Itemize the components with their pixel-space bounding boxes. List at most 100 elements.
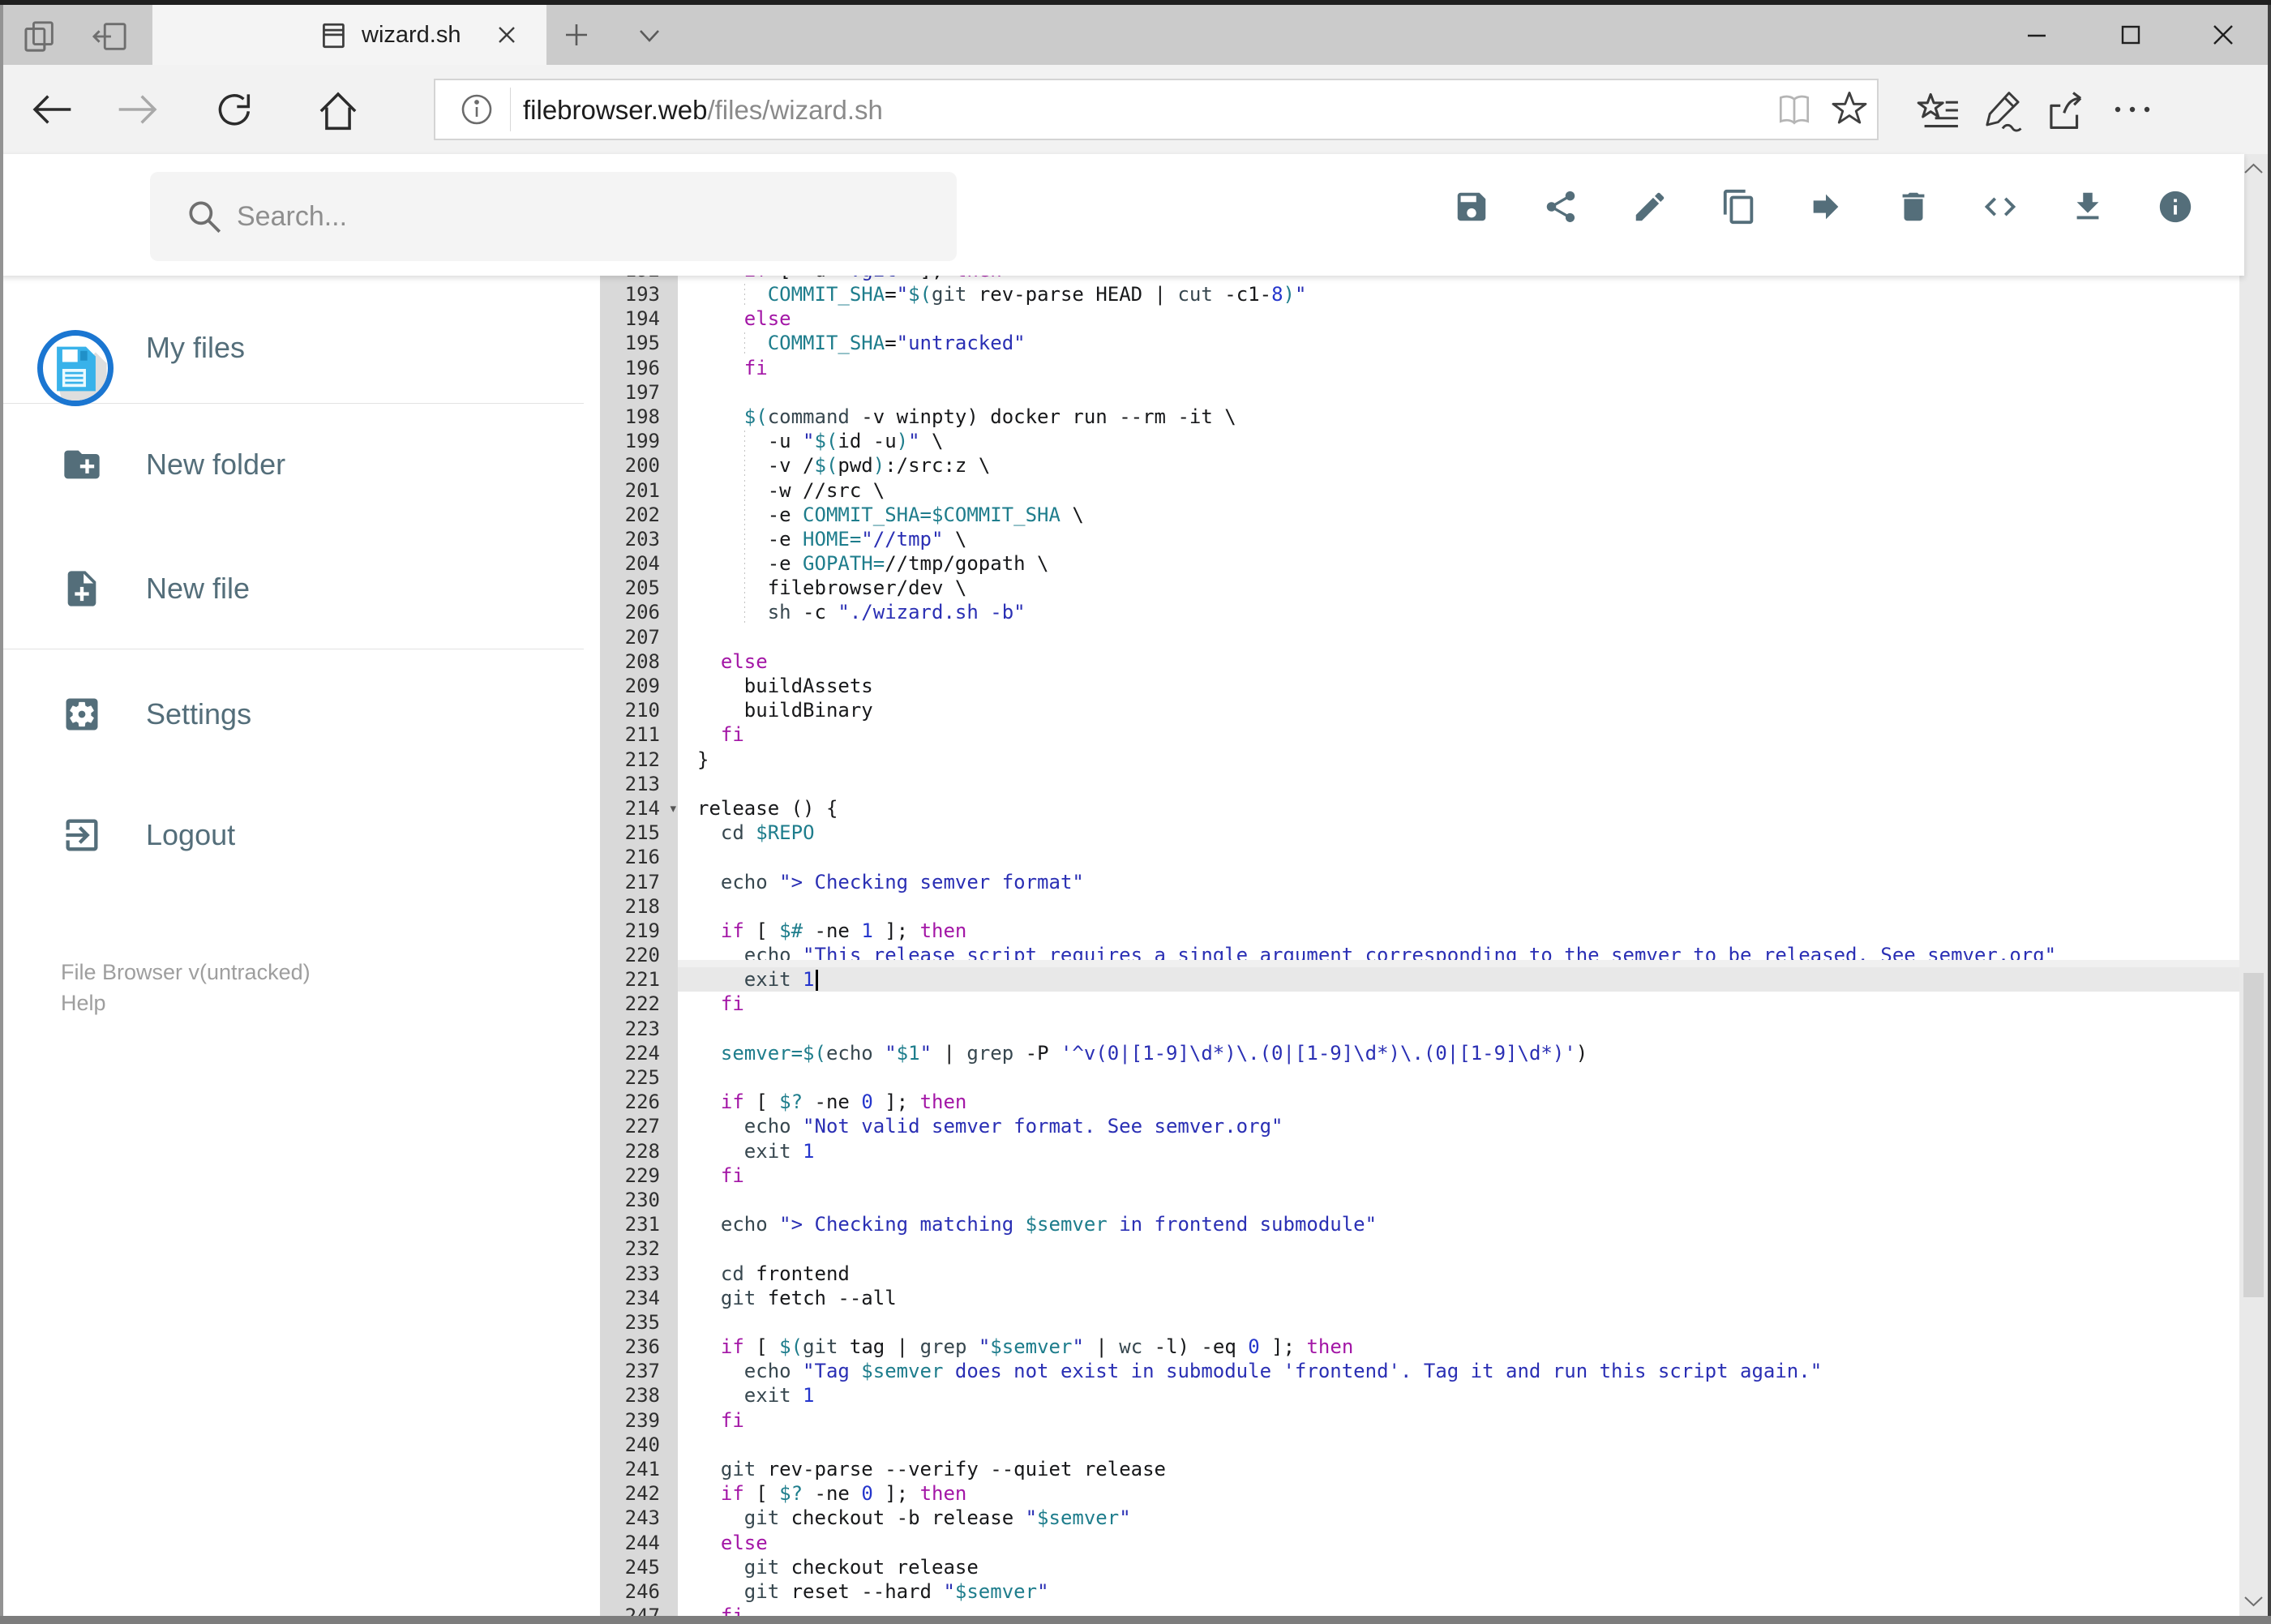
page-scrollbar[interactable] xyxy=(2239,154,2268,1616)
code-line[interactable]: else xyxy=(678,1531,2239,1555)
scrollbar-thumb[interactable] xyxy=(2243,973,2264,1297)
tab-close-icon[interactable] xyxy=(495,23,519,47)
favorite-star-icon[interactable] xyxy=(1828,88,1870,131)
code-line[interactable]: } xyxy=(678,748,2239,772)
download-button[interactable] xyxy=(2069,188,2106,225)
back-icon[interactable] xyxy=(29,88,75,131)
code-line[interactable]: git reset --hard "$semver" xyxy=(678,1579,2239,1604)
reading-view-icon[interactable] xyxy=(1773,90,1815,129)
code-line[interactable]: fi xyxy=(678,1604,2239,1616)
code-line[interactable]: -v /$(pwd):/src:z \ xyxy=(678,453,2239,478)
sidebar-item-logout[interactable]: Logout xyxy=(3,808,587,865)
code-line[interactable]: -e COMMIT_SHA=$COMMIT_SHA \ xyxy=(678,503,2239,527)
code-line[interactable] xyxy=(678,1236,2239,1261)
code-line[interactable]: exit 1 xyxy=(678,1383,2239,1408)
code-line[interactable]: fi xyxy=(678,1408,2239,1433)
scroll-up-icon[interactable] xyxy=(2243,161,2265,177)
site-info-icon[interactable] xyxy=(458,91,495,128)
code-line[interactable]: sh -c "./wizard.sh -b" xyxy=(678,600,2239,624)
code-line[interactable]: semver=$(echo "$1" | grep -P '^v(0|[1-9]… xyxy=(678,1041,2239,1065)
code-line[interactable]: if [ -d ".git" ]; then xyxy=(678,276,2239,282)
code-line[interactable]: cd $REPO xyxy=(678,821,2239,845)
code-line[interactable]: $(command -v winpty) docker run --rm -it… xyxy=(678,405,2239,429)
code-line[interactable]: git rev-parse --verify --quiet release xyxy=(678,1457,2239,1481)
code-line[interactable]: cd frontend xyxy=(678,1262,2239,1286)
code-line[interactable]: -u "$(id -u)" \ xyxy=(678,429,2239,453)
share-page-icon[interactable] xyxy=(2043,89,2089,131)
tab-list-chevron-icon[interactable] xyxy=(634,26,665,47)
filebrowser-logo[interactable] xyxy=(37,330,114,406)
code-line[interactable] xyxy=(678,845,2239,869)
code-line[interactable] xyxy=(678,1310,2239,1335)
copy-button[interactable] xyxy=(1720,188,1758,225)
browser-tab[interactable]: wizard.sh xyxy=(152,5,546,65)
code-line[interactable] xyxy=(678,894,2239,919)
code-line[interactable] xyxy=(678,1065,2239,1090)
code-line[interactable]: COMMIT_SHA="untracked" xyxy=(678,331,2239,355)
sidebar-item-settings[interactable]: Settings xyxy=(3,688,587,744)
code-line[interactable]: echo "Tag $semver does not exist in subm… xyxy=(678,1359,2239,1383)
home-icon[interactable] xyxy=(315,88,362,132)
sidebar-item-new-folder[interactable]: New folder xyxy=(3,438,587,495)
set-tabs-aside-icon[interactable] xyxy=(91,19,128,54)
code-line[interactable]: -e GOPATH=//tmp/gopath \ xyxy=(678,551,2239,576)
code-line[interactable]: fi xyxy=(678,356,2239,380)
code-line[interactable]: if [ $# -ne 1 ]; then xyxy=(678,919,2239,943)
code-view-button[interactable] xyxy=(1982,188,2019,225)
info-button[interactable] xyxy=(2157,188,2194,225)
code-line[interactable]: echo "Not valid semver format. See semve… xyxy=(678,1114,2239,1138)
code-line[interactable]: fi xyxy=(678,1163,2239,1188)
code-line[interactable]: git checkout -b release "$semver" xyxy=(678,1506,2239,1530)
sidebar-item-new-file[interactable]: New file xyxy=(3,562,587,619)
code-line[interactable] xyxy=(678,380,2239,405)
code-line[interactable] xyxy=(678,1433,2239,1457)
edit-button[interactable] xyxy=(1631,188,1669,225)
search-bar[interactable]: Search... xyxy=(150,172,957,261)
address-bar[interactable]: filebrowser.web/files/wizard.sh xyxy=(434,79,1879,140)
fold-arrow-icon[interactable]: ▾ xyxy=(670,796,676,821)
code-line[interactable]: -e HOME="//tmp" \ xyxy=(678,527,2239,551)
code-line[interactable]: if [ $(git tag | grep "$semver" | wc -l)… xyxy=(678,1335,2239,1359)
refresh-icon[interactable] xyxy=(212,88,258,131)
code-line[interactable]: exit 1 xyxy=(678,1139,2239,1163)
code-line[interactable]: -w //src \ xyxy=(678,478,2239,503)
code-line[interactable] xyxy=(678,1188,2239,1212)
code-line[interactable]: COMMIT_SHA="$(git rev-parse HEAD | cut -… xyxy=(678,282,2239,306)
delete-button[interactable] xyxy=(1895,188,1932,225)
more-options-icon[interactable] xyxy=(2110,99,2155,120)
move-button[interactable] xyxy=(1807,188,1845,225)
code-line[interactable] xyxy=(678,1017,2239,1041)
maximize-button[interactable] xyxy=(2090,5,2171,65)
code-line[interactable]: fi xyxy=(678,722,2239,747)
share-button[interactable] xyxy=(1542,188,1579,225)
code-line[interactable]: release () { xyxy=(678,796,2239,821)
scroll-down-icon[interactable] xyxy=(2243,1593,2265,1609)
minimize-button[interactable] xyxy=(1996,5,2077,65)
code-line[interactable]: echo "This release script requires a sin… xyxy=(678,943,2239,967)
web-notes-pen-icon[interactable] xyxy=(1980,88,2025,132)
code-line[interactable]: git checkout release xyxy=(678,1555,2239,1579)
code-line[interactable]: filebrowser/dev \ xyxy=(678,576,2239,600)
close-button[interactable] xyxy=(2183,5,2264,65)
tab-preview-icon[interactable] xyxy=(23,19,60,54)
code-line[interactable]: else xyxy=(678,306,2239,331)
code-line[interactable]: if [ $? -ne 0 ]; then xyxy=(678,1481,2239,1506)
code-line[interactable]: buildAssets xyxy=(678,674,2239,698)
code-line[interactable]: echo "> Checking matching $semver in fro… xyxy=(678,1212,2239,1236)
code-line[interactable]: else xyxy=(678,649,2239,674)
code-line[interactable] xyxy=(678,772,2239,796)
code-line[interactable]: if [ $? -ne 0 ]; then xyxy=(678,1090,2239,1114)
code-line[interactable]: buildBinary xyxy=(678,698,2239,722)
code-line[interactable]: echo "> Checking semver format" xyxy=(678,870,2239,894)
code-line[interactable]: fi xyxy=(678,992,2239,1016)
code-editor[interactable]: 1921931941951961971981992002012022032042… xyxy=(600,276,2239,1616)
code-line[interactable]: git fetch --all xyxy=(678,1286,2239,1310)
favorites-hub-icon[interactable] xyxy=(1915,90,1962,131)
save-button[interactable] xyxy=(1453,188,1490,225)
code-line[interactable] xyxy=(678,625,2239,649)
new-tab-icon[interactable] xyxy=(563,21,590,49)
code-line[interactable]: exit 1 xyxy=(678,967,2239,992)
code-lines[interactable]: if [ -d ".git" ]; then COMMIT_SHA="$(git… xyxy=(678,276,2239,1616)
forward-icon[interactable] xyxy=(115,88,161,131)
help-link[interactable]: Help xyxy=(61,988,311,1018)
